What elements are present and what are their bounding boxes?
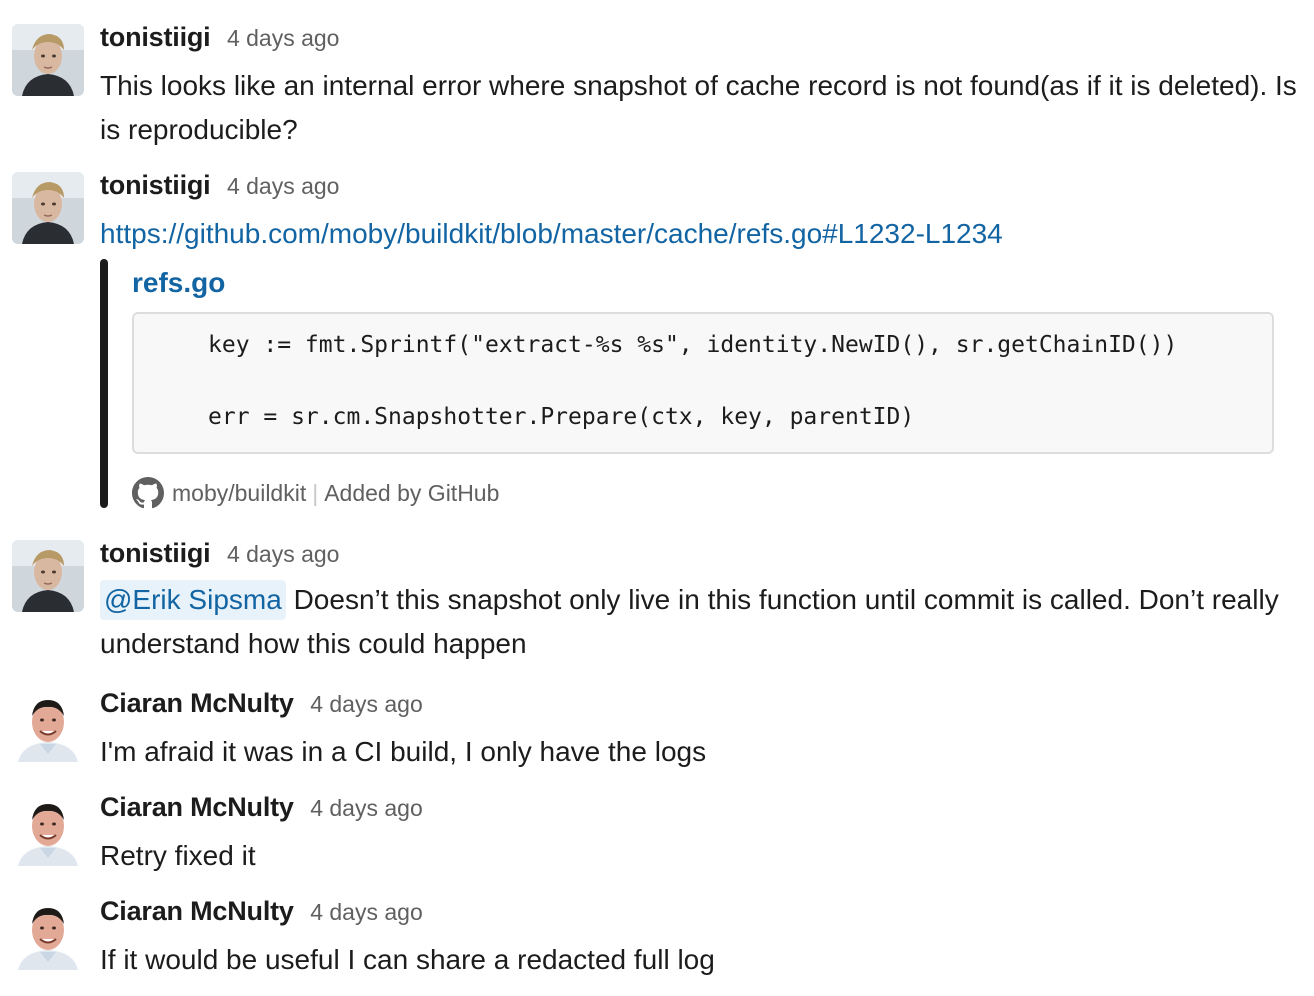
avatar-ciaran-mcnulty[interactable] [12, 794, 84, 866]
unfurl-title[interactable]: refs.go [132, 267, 225, 299]
code-line: key := fmt.Sprintf("extract-%s %s", iden… [208, 332, 1178, 358]
timestamp[interactable]: 4 days ago [227, 25, 340, 51]
github-icon [132, 477, 164, 509]
separator: | [312, 479, 319, 506]
message-feed: tonistiigi 4 days ago This looks like an… [0, 0, 1314, 996]
message-text: https://github.com/moby/buildkit/blob/ma… [100, 212, 1300, 256]
message-text: This looks like an internal error where … [100, 70, 1297, 145]
user-mention[interactable]: @Erik Sipsma [100, 580, 286, 620]
unfurl-footer: moby/buildkit | Added by GitHub [132, 477, 499, 509]
github-link[interactable]: https://github.com/moby/buildkit/blob/ma… [100, 218, 1003, 249]
message-text: @Erik Sipsma Doesn’t this snapshot only … [100, 578, 1300, 666]
avatar-ciaran-mcnulty[interactable] [12, 690, 84, 762]
avatar-tonistiigi[interactable] [12, 172, 84, 244]
added-by-label: Added by GitHub [324, 479, 500, 506]
code-line: err = sr.cm.Snapshotter.Prepare(ctx, key… [208, 404, 915, 430]
timestamp[interactable]: 4 days ago [310, 691, 423, 717]
message-text: If it would be useful I can share a reda… [100, 944, 715, 975]
author-name[interactable]: tonistiigi [100, 22, 211, 52]
message-text: Retry fixed it [100, 840, 256, 871]
author-name[interactable]: Ciaran McNulty [100, 792, 294, 822]
avatar-tonistiigi[interactable] [12, 540, 84, 612]
author-name[interactable]: Ciaran McNulty [100, 688, 294, 718]
author-name[interactable]: tonistiigi [100, 170, 211, 200]
link-unfurl: refs.go key := fmt.Sprintf("extract-%s %… [100, 259, 1280, 509]
code-snippet: key := fmt.Sprintf("extract-%s %s", iden… [132, 312, 1274, 454]
timestamp[interactable]: 4 days ago [227, 173, 340, 199]
message-text: I'm afraid it was in a CI build, I only … [100, 736, 707, 767]
repo-name[interactable]: moby/buildkit [172, 480, 306, 507]
avatar-ciaran-mcnulty[interactable] [12, 898, 84, 970]
avatar-tonistiigi[interactable] [12, 24, 84, 96]
timestamp[interactable]: 4 days ago [227, 541, 340, 567]
author-name[interactable]: tonistiigi [100, 538, 211, 568]
unfurl-accent-bar [100, 259, 108, 508]
timestamp[interactable]: 4 days ago [310, 795, 423, 821]
timestamp[interactable]: 4 days ago [310, 899, 423, 925]
author-name[interactable]: Ciaran McNulty [100, 896, 294, 926]
